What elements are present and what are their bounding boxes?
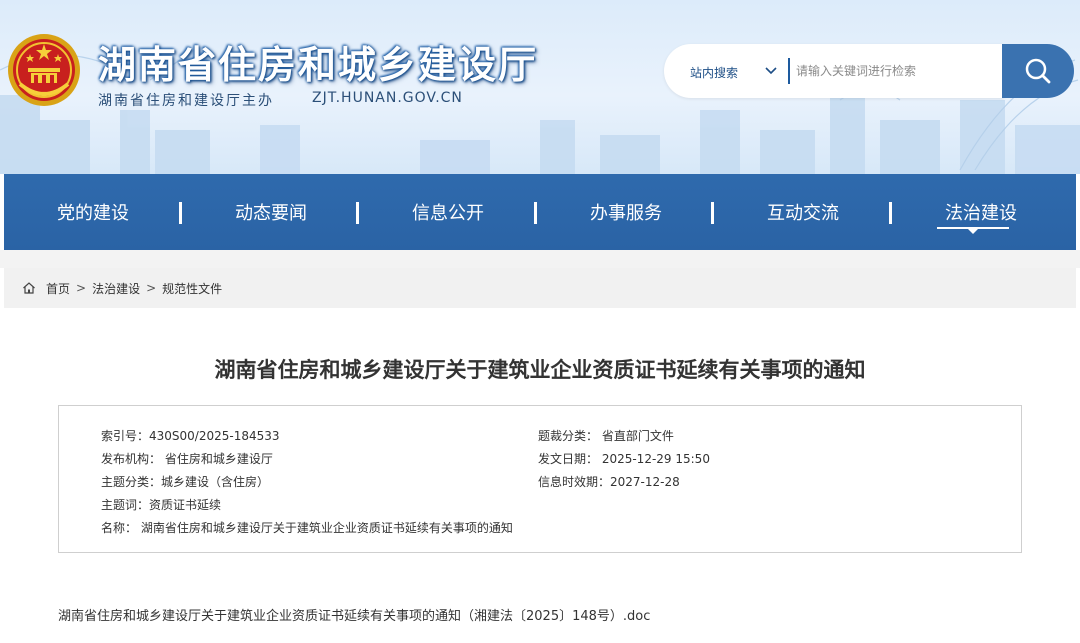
search-button[interactable] [1002, 44, 1074, 98]
nav-item-label: 办事服务 [590, 203, 662, 224]
meta-category: 题裁分类： 省直部门文件 [538, 429, 674, 443]
meta-index-no: 索引号：430S00/2025-184533 [101, 429, 280, 443]
breadcrumb-home-link[interactable]: 首页 [46, 280, 70, 297]
nav-item-label: 党的建设 [57, 203, 129, 224]
site-domain: ZJT.HUNAN.GOV.CN [312, 90, 463, 106]
nav-item-news[interactable]: 动态要闻 [182, 174, 360, 250]
search-divider [788, 58, 790, 84]
meta-topic: 主题分类：城乡建设（含住房） [101, 475, 270, 489]
meta-name: 名称： 湖南省住房和城乡建设厅关于建筑业企业资质证书延续有关事项的通知 [101, 521, 513, 535]
site-sponsor: 湖南省住房和建设厅主办 [98, 93, 274, 109]
breadcrumb-link-rule-of-law[interactable]: 法治建设 [92, 280, 140, 297]
page-title: 湖南省住房和城乡建设厅关于建筑业企业资质证书延续有关事项的通知 [214, 358, 866, 382]
nav-item-info-disclosure[interactable]: 信息公开 [359, 174, 537, 250]
breadcrumb-separator: > [76, 281, 87, 295]
nav-item-label: 法治建设 [945, 203, 1017, 224]
main-nav: 党的建设 动态要闻 信息公开 办事服务 互动交流 法治建设 [4, 174, 1076, 250]
document-meta-box: 索引号：430S00/2025-184533 题裁分类： 省直部门文件 发布机构… [58, 405, 1022, 553]
nav-item-label: 信息公开 [412, 203, 484, 224]
breadcrumb-separator: > [146, 281, 157, 295]
nav-item-label: 互动交流 [767, 203, 839, 224]
breadcrumb: 首页 > 法治建设 > 规范性文件 [4, 268, 1076, 308]
search-box: 站内搜索 [664, 44, 1004, 98]
meta-publisher: 发布机构： 省住房和城乡建设厅 [101, 452, 273, 466]
search-input[interactable] [796, 58, 996, 84]
nav-item-interaction[interactable]: 互动交流 [714, 174, 892, 250]
nav-item-rule-of-law[interactable]: 法治建设 [892, 174, 1070, 250]
separator-band [0, 250, 1080, 268]
search-icon [1025, 58, 1051, 84]
chevron-down-icon[interactable] [764, 64, 778, 78]
attachment-link[interactable]: 湖南省住房和城乡建设厅关于建筑业企业资质证书延续有关事项的通知（湘建法〔2025… [58, 605, 650, 624]
home-icon [23, 282, 35, 294]
search-scope-select[interactable]: 站内搜索 [690, 64, 738, 81]
meta-publish-date: 发文日期： 2025-12-29 15:50 [538, 452, 710, 466]
meta-valid-until: 信息时效期：2027-12-28 [538, 475, 680, 489]
site-header: 湖南省住房和城乡建设厅 湖南省住房和建设厅主办 ZJT.HUNAN.GOV.CN… [0, 0, 1080, 174]
meta-keywords: 主题词：资质证书延续 [101, 498, 222, 512]
site-title: 湖南省住房和城乡建设厅 [98, 43, 539, 87]
national-emblem-icon [8, 34, 80, 106]
nav-item-services[interactable]: 办事服务 [537, 174, 715, 250]
nav-item-label: 动态要闻 [235, 203, 307, 224]
breadcrumb-link-normative-docs[interactable]: 规范性文件 [162, 280, 222, 297]
site-search: 站内搜索 [664, 44, 1074, 98]
nav-item-party-building[interactable]: 党的建设 [4, 174, 182, 250]
nav-active-caret [968, 229, 978, 234]
